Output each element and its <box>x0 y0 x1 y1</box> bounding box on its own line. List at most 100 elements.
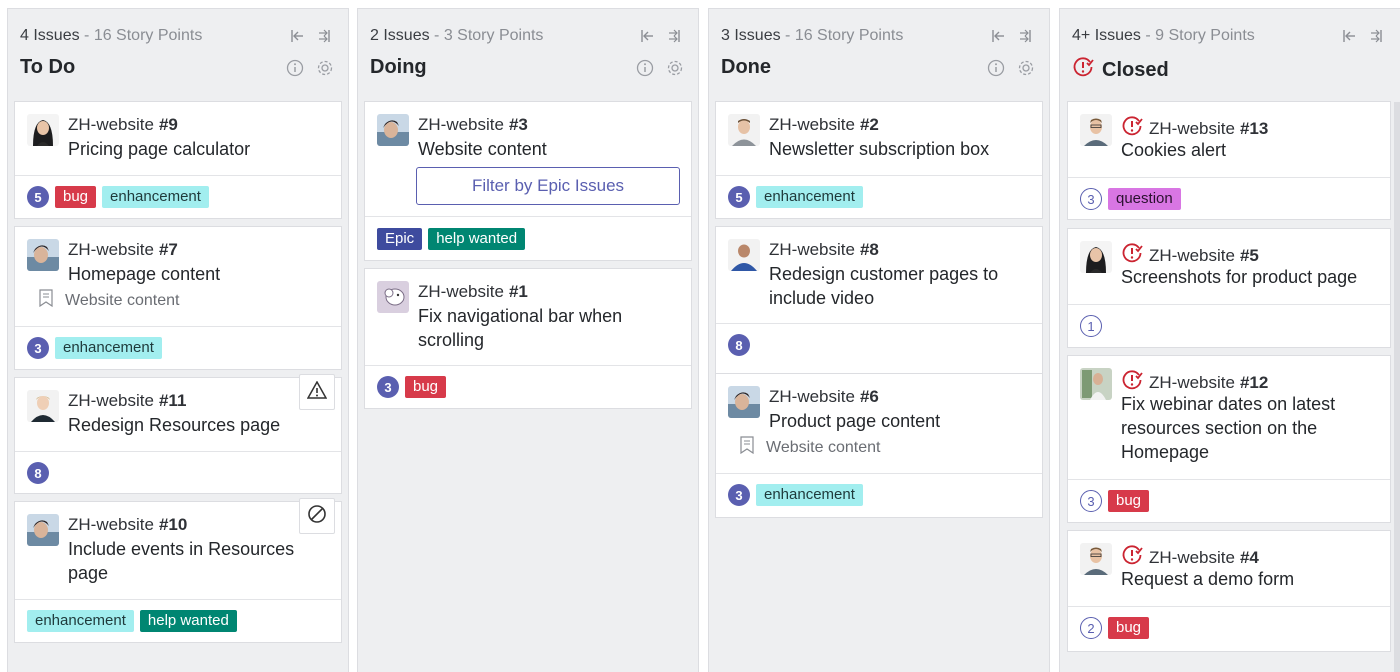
issue-card[interactable]: ZH-website #5 Screenshots for product pag… <box>1067 228 1391 348</box>
issue-title[interactable]: Request a demo form <box>1121 567 1294 591</box>
estimate-badge[interactable]: 5 <box>728 186 750 208</box>
pipeline-title: To Do <box>20 56 75 79</box>
issue-title[interactable]: Redesign customer pages to include video <box>769 262 1034 310</box>
pipeline-header: 4+ Issues - 9 Story Points Closed <box>1060 9 1400 97</box>
estimate-badge[interactable]: 3 <box>1080 188 1102 210</box>
epic-icon <box>740 436 754 459</box>
gear-icon[interactable] <box>666 59 684 77</box>
epic-icon <box>39 289 53 312</box>
estimate-badge[interactable]: 3 <box>1080 490 1102 512</box>
expand-columns-icon[interactable] <box>1368 27 1386 45</box>
card-labels: 3 bug <box>1080 490 1150 512</box>
info-icon[interactable] <box>987 59 1005 77</box>
issue-number: #7 <box>158 240 178 259</box>
scrollbar[interactable] <box>1394 102 1400 672</box>
estimate-badge[interactable]: 2 <box>1080 617 1102 639</box>
epic-name: Website content <box>766 438 881 456</box>
estimate-badge[interactable]: 3 <box>728 484 750 506</box>
collapse-left-icon[interactable] <box>638 27 656 45</box>
issue-title[interactable]: Fix navigational bar when scrolling <box>418 304 678 352</box>
label-epic[interactable]: Epic <box>377 228 423 250</box>
label-enhancement[interactable]: enhancement <box>102 186 209 208</box>
issue-card[interactable]: ZH-website #11 Redesign Resources page 8 <box>14 374 342 494</box>
collapse-left-icon[interactable] <box>989 27 1007 45</box>
repo-name: ZH-website <box>1149 118 1235 138</box>
label-bug[interactable]: bug <box>1108 490 1150 512</box>
issue-card[interactable]: ZH-website #6 Product page content Websit… <box>715 373 1043 518</box>
gear-icon[interactable] <box>1017 59 1035 77</box>
label-bug[interactable]: bug <box>405 376 447 398</box>
issue-title[interactable]: Newsletter subscription box <box>769 137 989 161</box>
label-question[interactable]: question <box>1108 188 1181 210</box>
issue-number: #11 <box>158 391 187 410</box>
issue-number: #12 <box>1239 372 1269 392</box>
issue-number: #13 <box>1239 118 1269 138</box>
issue-card[interactable]: ZH-website #13 Cookies alert 3 question <box>1067 101 1391 220</box>
issue-card[interactable]: ZH-website #8 Redesign customer pages to … <box>715 226 1043 374</box>
estimate-badge[interactable]: 5 <box>27 186 49 208</box>
story-points: - 16 Story Points <box>780 27 904 44</box>
issue-title[interactable]: Redesign Resources page <box>68 413 280 437</box>
epic-card[interactable]: ZH-website #3 Website content Filter by E… <box>364 101 692 261</box>
issue-card[interactable]: ZH-website #1 Fix navigational bar when s… <box>364 268 692 409</box>
label-enhancement[interactable]: enhancement <box>756 186 863 208</box>
epic-link[interactable]: Website content <box>39 289 179 312</box>
estimate-badge[interactable]: 8 <box>27 462 49 484</box>
blocked-warning-button[interactable] <box>299 374 335 410</box>
issue-number: #4 <box>1239 547 1259 567</box>
issue-repo: ZH-website #7 <box>68 240 178 260</box>
repo-name: ZH-website <box>68 515 154 534</box>
avatar <box>728 386 760 418</box>
card-divider <box>365 216 691 217</box>
card-labels: 3 question <box>1080 188 1181 210</box>
estimate-badge[interactable]: 3 <box>27 337 49 359</box>
issue-card[interactable]: ZH-website #9 Pricing page calculator 5 b… <box>14 101 342 219</box>
pipeline-doing: 2 Issues - 3 Story Points Doing ZH-websi… <box>357 8 699 672</box>
issue-card[interactable]: ZH-website #12 Fix webinar dates on lates… <box>1067 355 1391 523</box>
collapse-left-icon[interactable] <box>1340 27 1358 45</box>
card-labels: 1 <box>1080 315 1102 337</box>
avatar <box>27 514 59 546</box>
issue-title[interactable]: Cookies alert <box>1121 138 1226 162</box>
expand-columns-icon[interactable] <box>316 27 334 45</box>
repo-name: ZH-website <box>68 115 154 134</box>
blocking-button[interactable] <box>299 498 335 534</box>
issue-title[interactable]: Website content <box>418 137 547 161</box>
label-bug[interactable]: bug <box>55 186 97 208</box>
issue-title[interactable]: Pricing page calculator <box>68 137 250 161</box>
issue-card[interactable]: ZH-website #10 Include events in Resource… <box>14 498 342 643</box>
card-divider <box>1068 479 1390 480</box>
issue-card[interactable]: ZH-website #2 Newsletter subscription box… <box>715 101 1043 219</box>
card-divider <box>15 326 341 327</box>
issue-count: 2 Issues <box>370 27 430 44</box>
label-help-wanted[interactable]: help wanted <box>428 228 526 250</box>
issue-title[interactable]: Fix webinar dates on latest resources se… <box>1121 392 1383 464</box>
expand-columns-icon[interactable] <box>666 27 684 45</box>
issue-repo: ZH-website #11 <box>68 391 186 411</box>
label-enhancement[interactable]: enhancement <box>756 484 863 506</box>
expand-columns-icon[interactable] <box>1017 27 1035 45</box>
issue-card[interactable]: ZH-website #4 Request a demo form 2 bug <box>1067 530 1391 652</box>
label-bug[interactable]: bug <box>1108 617 1150 639</box>
avatar <box>728 239 760 271</box>
label-enhancement[interactable]: enhancement <box>27 610 134 632</box>
pipeline-meta: 4+ Issues - 9 Story Points <box>1072 27 1255 45</box>
filter-by-epic-button[interactable]: Filter by Epic Issues <box>416 167 680 205</box>
info-icon[interactable] <box>636 59 654 77</box>
info-icon[interactable] <box>286 59 304 77</box>
label-enhancement[interactable]: enhancement <box>55 337 162 359</box>
gear-icon[interactable] <box>316 59 334 77</box>
card-divider <box>1068 304 1390 305</box>
label-help-wanted[interactable]: help wanted <box>139 610 237 632</box>
issue-title[interactable]: Screenshots for product page <box>1121 265 1357 289</box>
collapse-left-icon[interactable] <box>288 27 306 45</box>
issue-card[interactable]: ZH-website #7 Homepage content Website co… <box>14 226 342 370</box>
estimate-badge[interactable]: 3 <box>377 376 399 398</box>
epic-link[interactable]: Website content <box>740 436 880 459</box>
estimate-badge[interactable]: 1 <box>1080 315 1102 337</box>
issue-title[interactable]: Product page content <box>769 409 940 433</box>
estimate-badge[interactable]: 8 <box>728 334 750 356</box>
issue-title[interactable]: Include events in Resources page <box>68 537 328 585</box>
pipeline-done: 3 Issues - 16 Story Points Done ZH-websi… <box>708 8 1050 672</box>
issue-title[interactable]: Homepage content <box>68 262 220 286</box>
